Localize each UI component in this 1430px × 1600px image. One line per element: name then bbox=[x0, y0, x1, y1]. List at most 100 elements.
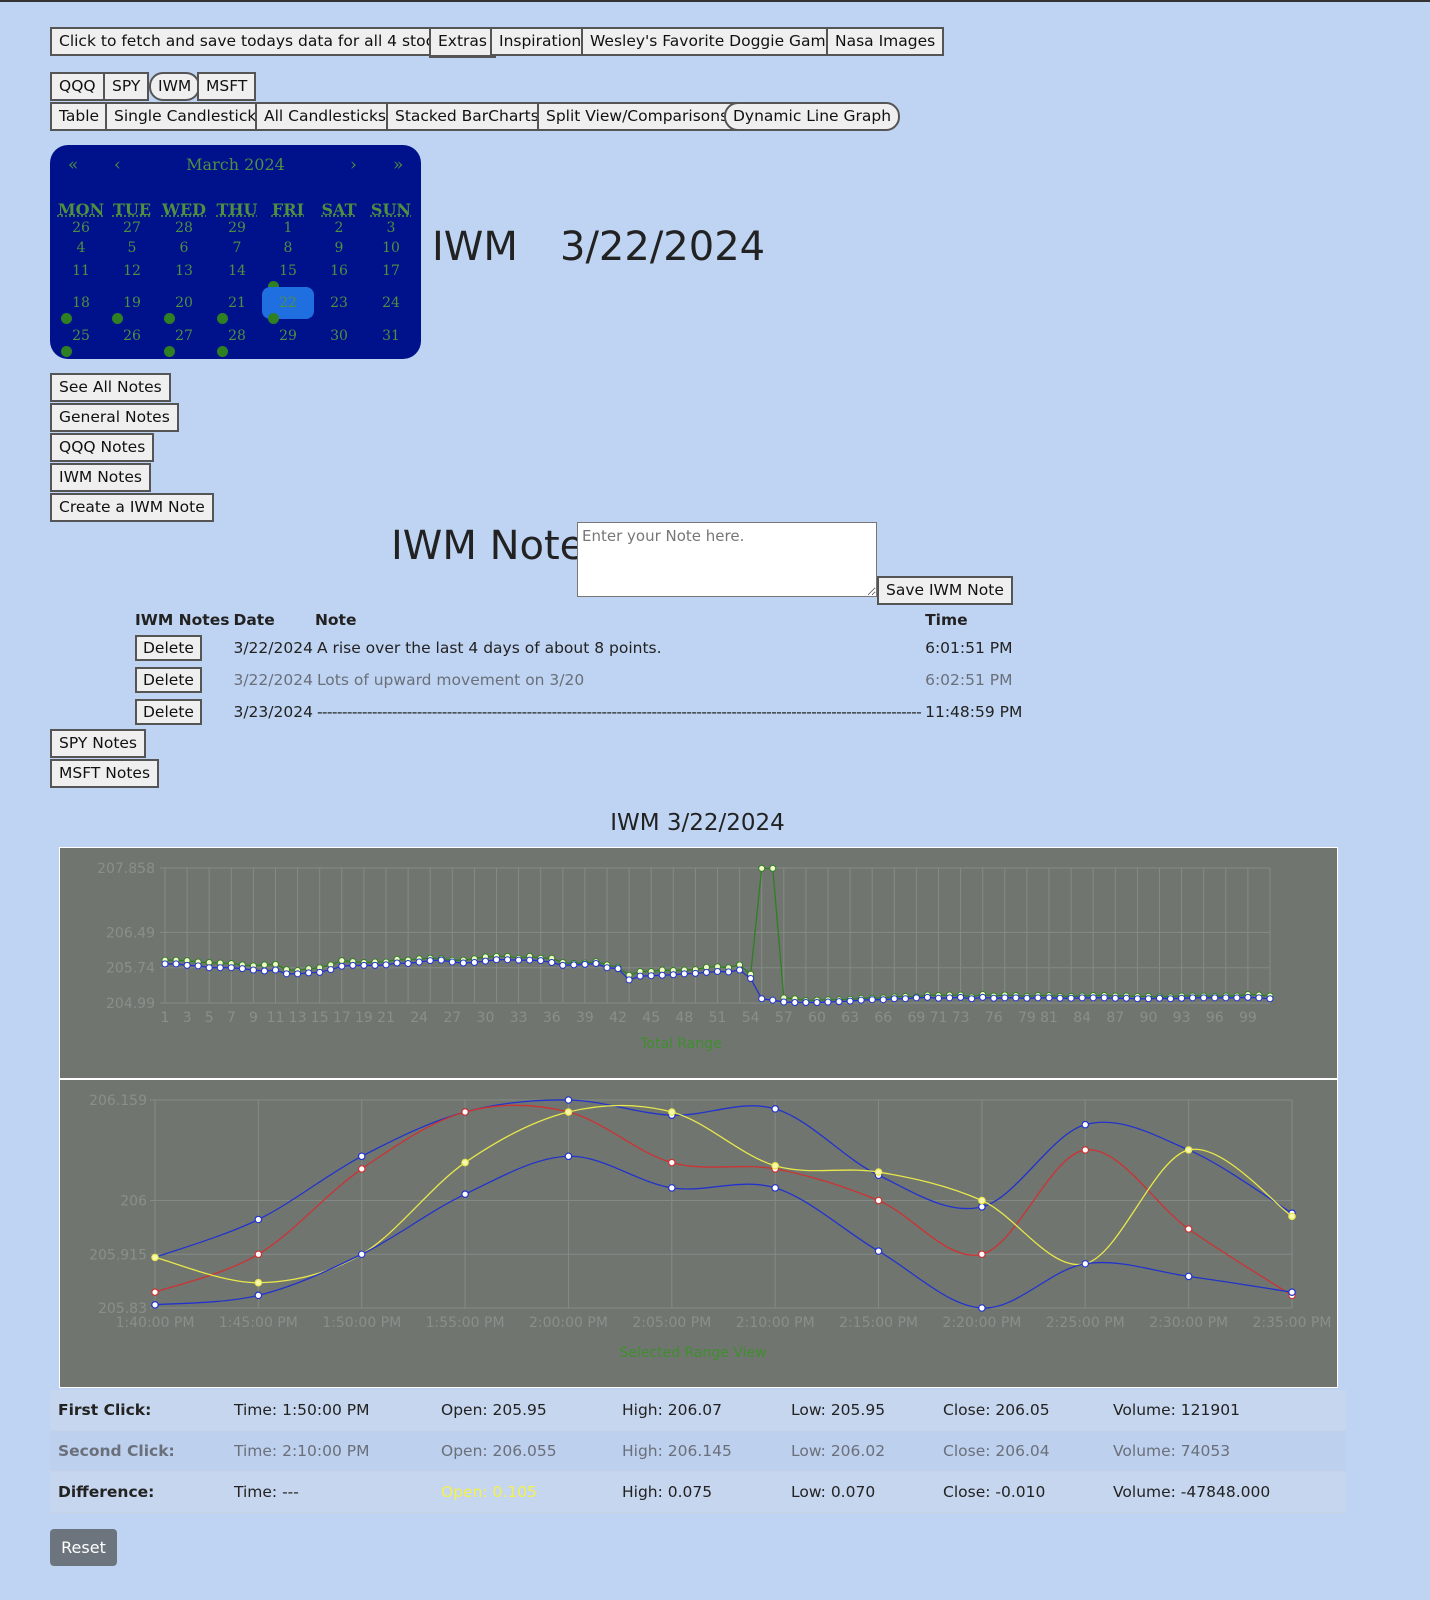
calendar-day[interactable]: 30 bbox=[313, 328, 365, 344]
calendar-day[interactable]: 12 bbox=[106, 263, 158, 279]
calendar-day[interactable]: 9 bbox=[313, 240, 365, 256]
data-point bbox=[857, 996, 865, 1004]
ticker-spy-button[interactable]: SPY bbox=[103, 72, 150, 101]
data-point bbox=[1233, 994, 1241, 1002]
calendar-day[interactable]: 10 bbox=[365, 240, 417, 256]
calendar-day[interactable]: 1 bbox=[262, 220, 314, 236]
view-stacked-barcharts-button[interactable]: Stacked BarCharts bbox=[386, 102, 548, 131]
delete-note-button[interactable]: Delete bbox=[135, 635, 202, 661]
data-point bbox=[691, 969, 699, 977]
extras-button[interactable]: Extras bbox=[429, 27, 496, 58]
x-tick-label: 51 bbox=[709, 1010, 727, 1026]
calendar-day[interactable]: 17 bbox=[365, 263, 417, 279]
y-tick-label: 204.99 bbox=[106, 996, 155, 1012]
x-axis-label: Total Range bbox=[639, 1036, 722, 1052]
qqq-notes-button[interactable]: QQQ Notes bbox=[50, 433, 155, 462]
data-point bbox=[194, 962, 202, 970]
calendar-day[interactable]: 31 bbox=[365, 328, 417, 344]
calendar-day[interactable]: 26 bbox=[106, 328, 158, 344]
data-point bbox=[437, 956, 445, 964]
calendar-day[interactable]: 19 bbox=[106, 295, 158, 311]
x-tick-label: 93 bbox=[1173, 1010, 1191, 1026]
msft-notes-button[interactable]: MSFT Notes bbox=[50, 759, 160, 788]
selected-range-chart[interactable]: 206.159206205.915205.831:40:00 PM 1:45:00… bbox=[60, 1080, 1339, 1389]
calendar-day[interactable]: 13 bbox=[158, 263, 210, 279]
data-point bbox=[172, 960, 180, 968]
view-dynamic-line-graph-button[interactable]: Dynamic Line Graph bbox=[724, 102, 901, 131]
calendar-day[interactable]: 27 bbox=[158, 328, 210, 344]
calendar-day[interactable]: 14 bbox=[211, 263, 263, 279]
calendar-next-month-button[interactable]: › bbox=[350, 155, 357, 175]
calendar-day[interactable]: 22 bbox=[262, 295, 314, 311]
ticker-heading: IWM bbox=[432, 224, 518, 270]
view-single-candlestick-button[interactable]: Single Candlestick bbox=[105, 102, 266, 131]
inspiration-button[interactable]: Inspiration bbox=[490, 27, 591, 56]
fetch-data-button[interactable]: Click to fetch and save todays data for … bbox=[50, 27, 461, 56]
view-all-candlesticks-button[interactable]: All Candlesticks bbox=[255, 102, 396, 131]
data-point bbox=[254, 1215, 263, 1224]
reset-button[interactable]: Reset bbox=[50, 1529, 117, 1566]
calendar-day[interactable]: 11 bbox=[55, 263, 107, 279]
doggie-game-button[interactable]: Wesley's Favorite Doggie Game bbox=[581, 27, 845, 56]
calendar-day[interactable]: 28 bbox=[211, 328, 263, 344]
create-iwm-note-button[interactable]: Create a IWM Note bbox=[50, 493, 214, 522]
note-input[interactable] bbox=[577, 522, 877, 597]
data-point bbox=[227, 964, 235, 972]
calendar-day[interactable]: 20 bbox=[158, 295, 210, 311]
view-split-view-button[interactable]: Split View/Comparisons bbox=[537, 102, 738, 131]
selected-range-chart-panel: 206.159 206 205.915 205.83 1:40:00 PM 1:45:00… bbox=[59, 1079, 1338, 1388]
data-point bbox=[161, 960, 169, 968]
calendar-day[interactable]: 8 bbox=[262, 240, 314, 256]
column-header-iwm-notes: IWM Notes bbox=[135, 611, 230, 629]
calendar-day[interactable]: 24 bbox=[365, 295, 417, 311]
calendar-day[interactable]: 28 bbox=[158, 220, 210, 236]
total-range-chart-panel: 207.858 206.49 205.74 204.99 1 3 5 7 9 11 13 15 17 19… bbox=[59, 847, 1338, 1079]
calendar-day[interactable]: 27 bbox=[106, 220, 158, 236]
note-date: 3/23/2024 bbox=[233, 703, 313, 721]
calendar-day[interactable]: 29 bbox=[211, 220, 263, 236]
calendar: « ‹ March 2024 › » MON TUE WED THU FRI SAT SUN… bbox=[50, 145, 421, 359]
ticker-msft-button[interactable]: MSFT bbox=[197, 72, 257, 101]
save-iwm-note-button[interactable]: Save IWM Note bbox=[877, 576, 1013, 605]
calendar-day[interactable]: 23 bbox=[313, 295, 365, 311]
iwm-notes-button[interactable]: IWM Notes bbox=[50, 463, 151, 492]
ticker-qqq-button[interactable]: QQQ bbox=[50, 72, 105, 101]
nasa-images-button[interactable]: Nasa Images bbox=[826, 27, 945, 56]
calendar-day[interactable]: 26 bbox=[55, 220, 107, 236]
note-indicator-dot bbox=[217, 346, 228, 357]
x-tick-label: 99 bbox=[1239, 1010, 1257, 1026]
calendar-month-label[interactable]: March 2024 bbox=[50, 155, 421, 174]
y-tick-label: 206.159 bbox=[89, 1093, 147, 1109]
data-point bbox=[714, 967, 721, 975]
data-point bbox=[260, 961, 268, 969]
delete-note-button[interactable]: Delete bbox=[135, 699, 202, 725]
ticker-iwm-button[interactable]: IWM bbox=[149, 72, 201, 101]
view-table-button[interactable]: Table bbox=[50, 102, 109, 131]
calendar-day[interactable]: 6 bbox=[158, 240, 210, 256]
calendar-day[interactable]: 5 bbox=[106, 240, 158, 256]
x-axis-label: Selected Range View bbox=[619, 1345, 766, 1361]
x-tick-label: 2:35:00 PM bbox=[1253, 1315, 1332, 1331]
calendar-day[interactable]: 29 bbox=[262, 328, 314, 344]
calendar-day[interactable]: 15 bbox=[262, 263, 314, 279]
calendar-day[interactable]: 2 bbox=[313, 220, 365, 236]
calendar-day[interactable]: 25 bbox=[55, 328, 107, 344]
calendar-day[interactable]: 7 bbox=[211, 240, 263, 256]
spy-notes-button[interactable]: SPY Notes bbox=[50, 729, 147, 758]
total-range-chart[interactable]: 207.858206.49205.74204.991 3 5 7 9 11 13 15 17 19… bbox=[60, 848, 1339, 1080]
calendar-next-year-button[interactable]: » bbox=[393, 155, 403, 175]
calendar-day[interactable]: 18 bbox=[55, 295, 107, 311]
x-tick-label: 13 bbox=[289, 1010, 307, 1026]
delete-note-button[interactable]: Delete bbox=[135, 667, 202, 693]
data-point bbox=[978, 1250, 986, 1259]
see-all-notes-button[interactable]: See All Notes bbox=[50, 373, 171, 402]
calendar-day[interactable]: 4 bbox=[55, 240, 107, 256]
weekday-header: FRI bbox=[271, 200, 305, 219]
column-header-note: Note bbox=[314, 611, 357, 629]
general-notes-button[interactable]: General Notes bbox=[50, 403, 179, 432]
calendar-day[interactable]: 16 bbox=[313, 263, 365, 279]
calendar-day[interactable]: 21 bbox=[211, 295, 263, 311]
data-point bbox=[272, 960, 279, 968]
weekday-header: THU bbox=[216, 200, 258, 219]
calendar-day[interactable]: 3 bbox=[365, 220, 417, 236]
